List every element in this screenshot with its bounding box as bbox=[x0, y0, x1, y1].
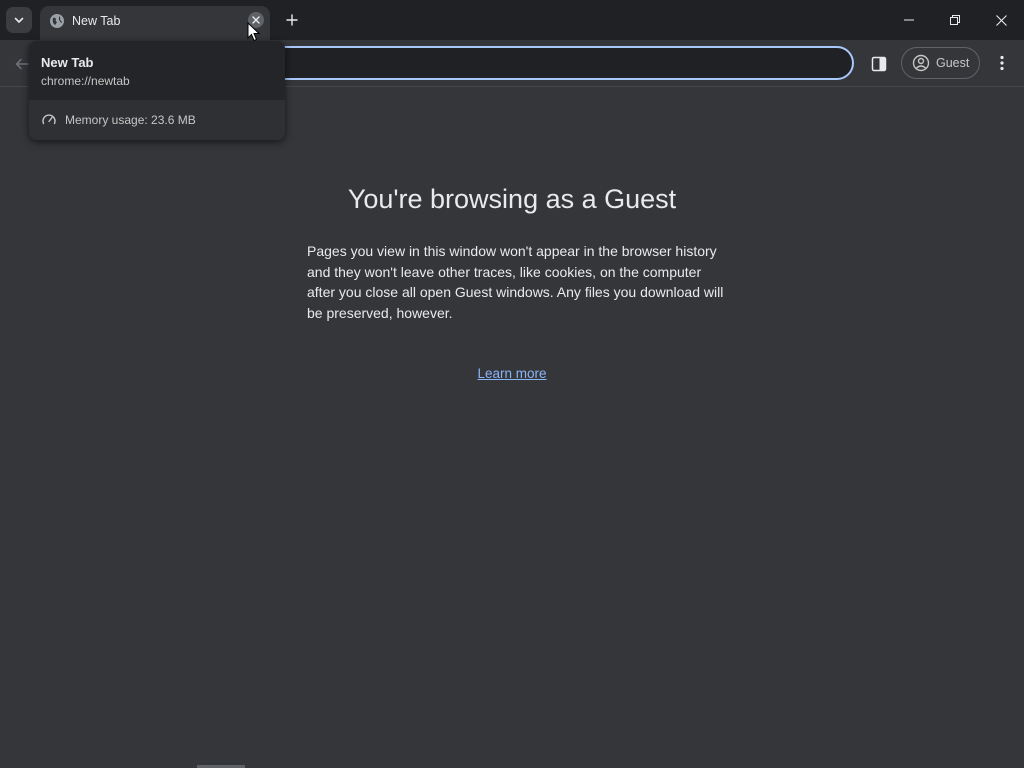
minimize-icon bbox=[904, 19, 914, 21]
browser-window: New Tab Guest You're browsing as a Guest… bbox=[0, 0, 1024, 768]
hover-card-header bbox=[29, 41, 285, 100]
learn-more-link[interactable]: Learn more bbox=[477, 366, 546, 381]
more-vert-icon bbox=[1000, 55, 1004, 71]
tab-new-tab[interactable]: New Tab bbox=[40, 6, 270, 40]
hover-card-title: New Tab bbox=[41, 55, 94, 70]
page-title: You're browsing as a Guest bbox=[347, 184, 677, 214]
plus-icon bbox=[286, 14, 298, 26]
more-menu-button[interactable] bbox=[990, 51, 1014, 75]
guest-description: Pages you view in this window won't appe… bbox=[307, 243, 724, 321]
tab-hover-card: New Tab chrome://newtab Memory usage: 23… bbox=[29, 41, 285, 140]
back-arrow-icon bbox=[15, 58, 29, 70]
profile-guest-button[interactable]: Guest bbox=[901, 47, 980, 79]
tab-search-button[interactable] bbox=[6, 7, 32, 33]
profile-label: Guest bbox=[936, 56, 970, 70]
side-panel-button[interactable] bbox=[866, 51, 892, 77]
restore-icon bbox=[950, 15, 960, 25]
new-tab-button[interactable] bbox=[280, 8, 304, 32]
mouse-cursor-icon bbox=[247, 22, 261, 42]
close-icon bbox=[995, 14, 1007, 26]
chevron-down-icon bbox=[14, 17, 24, 24]
memory-usage-text: Memory usage: 23.6 MB bbox=[65, 113, 196, 127]
memory-usage-row: Memory usage: 23.6 MB bbox=[41, 112, 196, 128]
restore-button[interactable] bbox=[932, 0, 978, 40]
tab-title: New Tab bbox=[72, 14, 121, 28]
guest-page: You're browsing as a Guest Pages you vie… bbox=[0, 88, 1024, 768]
side-panel-icon bbox=[871, 56, 887, 72]
gauge-icon bbox=[42, 114, 56, 125]
tab-strip: New Tab bbox=[0, 0, 1024, 40]
account-icon bbox=[912, 54, 930, 72]
hover-card-url: chrome://newtab bbox=[41, 74, 130, 88]
close-window-button[interactable] bbox=[978, 0, 1024, 40]
minimize-button[interactable] bbox=[886, 0, 932, 40]
globe-icon bbox=[50, 14, 64, 28]
